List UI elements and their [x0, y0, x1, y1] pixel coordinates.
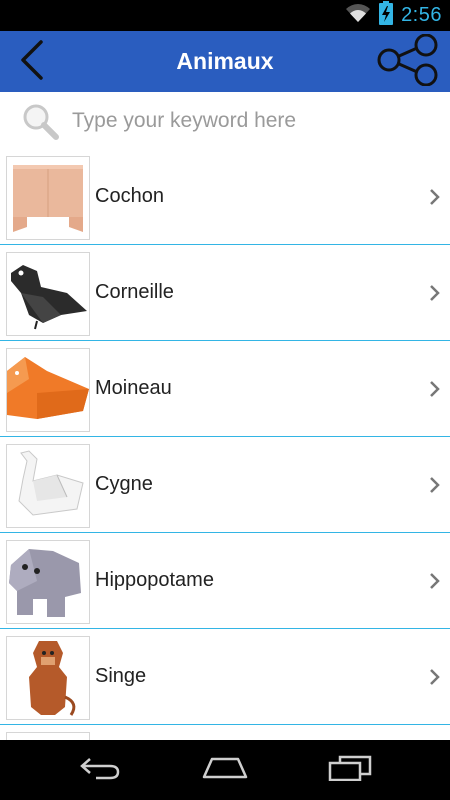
- item-label: Singe: [95, 665, 147, 687]
- list-item-cochon[interactable]: Cochon: [0, 149, 450, 245]
- search-input[interactable]: [70, 102, 434, 140]
- search-bar: [0, 92, 450, 150]
- chevron-right-icon: [428, 187, 442, 207]
- list-item-hippopotame[interactable]: Hippopotame: [0, 533, 450, 629]
- chevron-right-icon: [428, 667, 442, 687]
- share-icon: [376, 33, 440, 91]
- list-item-singe[interactable]: Singe: [0, 629, 450, 725]
- list-item-moineau[interactable]: Moineau: [0, 341, 450, 437]
- origami-pig-image: [13, 165, 83, 232]
- item-label: Cygne: [95, 473, 153, 495]
- battery-charging-icon: [379, 1, 394, 30]
- thumbnail-image: [6, 252, 90, 336]
- nav-home-icon: [200, 755, 250, 786]
- thumbnail-image: [6, 636, 90, 720]
- status-icons: 2:56: [345, 0, 442, 31]
- nav-recents-button[interactable]: [305, 740, 395, 800]
- item-label: Hippopotame: [95, 569, 214, 591]
- list-item-cygne[interactable]: Cygne: [0, 437, 450, 533]
- item-label: Cochon: [95, 185, 164, 207]
- chevron-right-icon: [428, 379, 442, 399]
- item-label: Moineau: [95, 377, 172, 399]
- origami-sparrow-image: [7, 357, 89, 419]
- app-bar: Animaux: [0, 31, 450, 92]
- origami-hippo-image: [9, 549, 81, 617]
- thumbnail-image: [6, 348, 90, 432]
- search-icon: [20, 101, 60, 141]
- origami-crow-image: [11, 265, 87, 330]
- back-button[interactable]: [10, 37, 54, 87]
- thumbnail-image: [6, 156, 90, 240]
- animal-list: Cochon Corneille Moineau Cygne Hippopota…: [0, 149, 450, 740]
- wifi-icon: [345, 3, 371, 28]
- chevron-right-icon: [428, 571, 442, 591]
- nav-back-button[interactable]: [55, 740, 145, 800]
- item-label: Corneille: [95, 281, 174, 303]
- chevron-right-icon: [428, 475, 442, 495]
- navigation-bar: [0, 740, 450, 800]
- list-item-corneille[interactable]: Corneille: [0, 245, 450, 341]
- status-time: 2:56: [401, 4, 442, 26]
- nav-recents-icon: [328, 755, 372, 786]
- nav-back-icon: [78, 755, 122, 786]
- list-item-partial[interactable]: [0, 725, 450, 740]
- thumbnail-image: [6, 444, 90, 528]
- share-button[interactable]: [376, 33, 440, 91]
- thumbnail-image: [6, 540, 90, 624]
- chevron-right-icon: [428, 283, 442, 303]
- status-bar: 2:56: [0, 0, 450, 31]
- origami-monkey-image: [29, 641, 76, 716]
- chevron-left-icon: [17, 39, 47, 86]
- origami-swan-image: [18, 450, 84, 516]
- nav-home-button[interactable]: [180, 740, 270, 800]
- thumbnail-image: [6, 732, 90, 740]
